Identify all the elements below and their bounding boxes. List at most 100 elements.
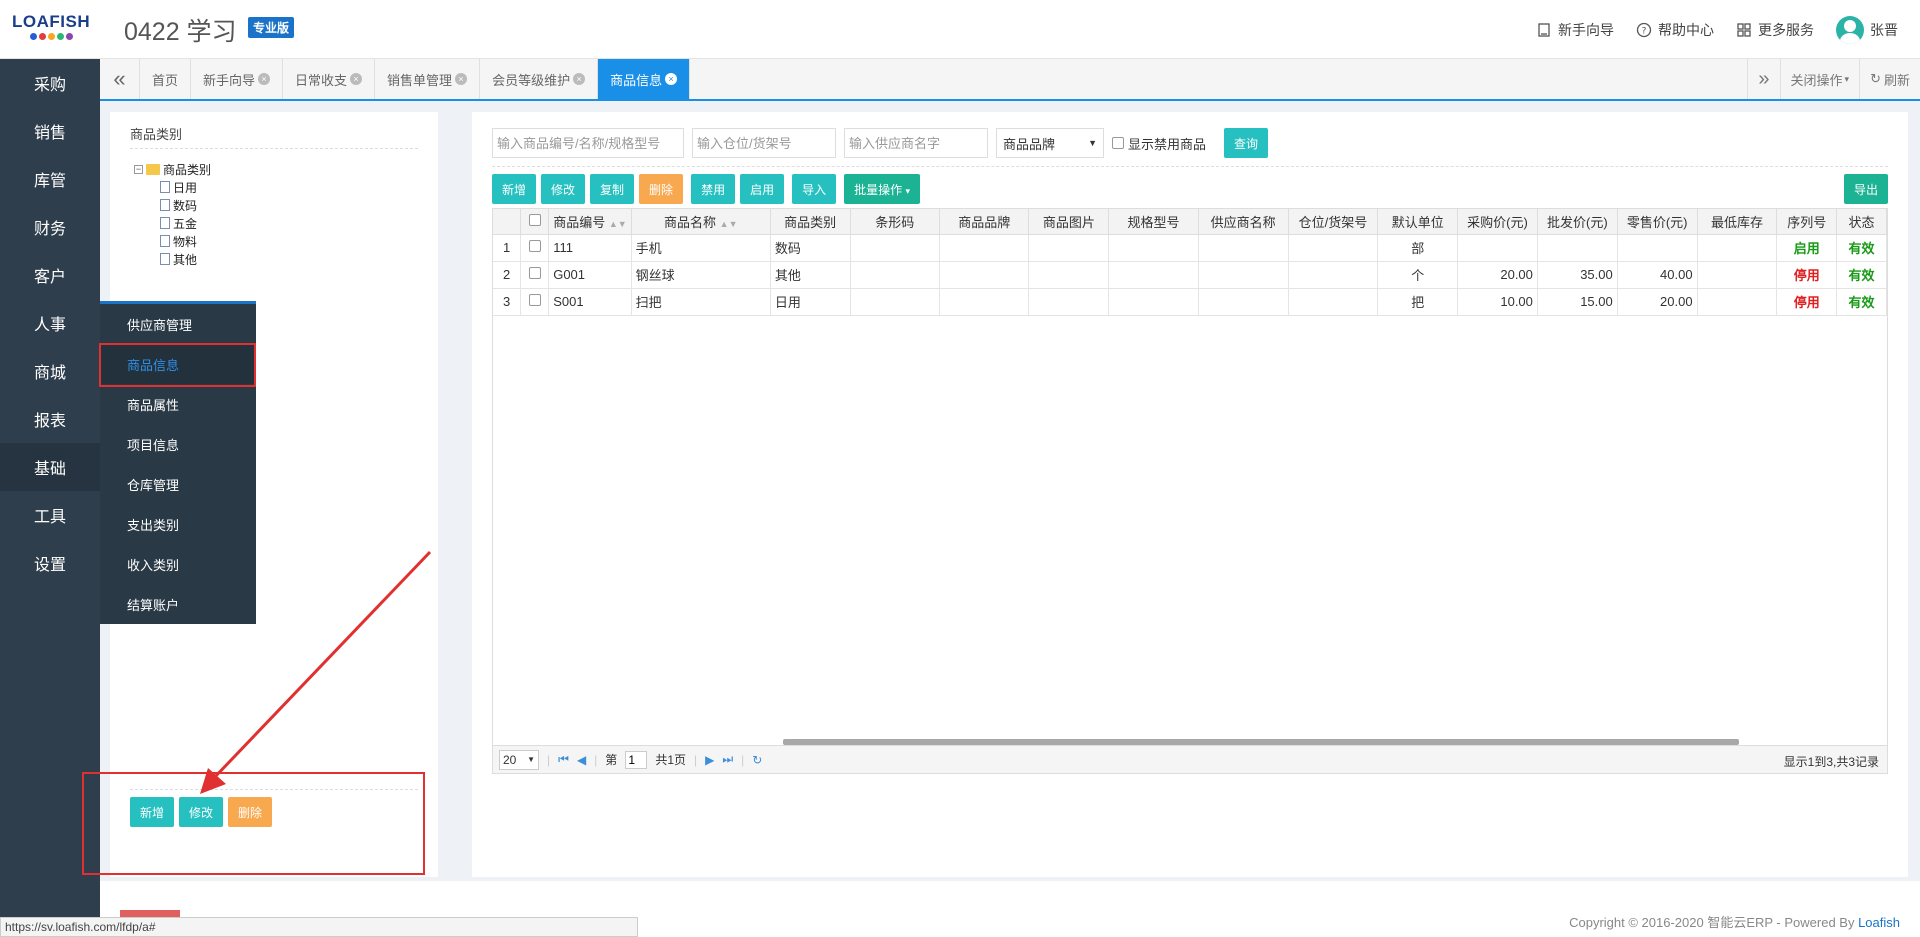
nav-item-settings[interactable]: 设置 bbox=[0, 539, 100, 587]
column-header[interactable]: 商品编号 ▲▼ bbox=[548, 209, 632, 235]
cell-unit: 个 bbox=[1377, 261, 1459, 289]
column-header[interactable]: 商品图片 bbox=[1028, 209, 1110, 235]
last-page-icon[interactable]: ⏭ bbox=[722, 752, 733, 767]
category-add-button[interactable]: 新增 bbox=[130, 797, 175, 827]
page-number-input[interactable] bbox=[625, 750, 648, 769]
tree-node[interactable]: 数码 bbox=[134, 196, 211, 214]
cell-status: 有效 bbox=[1836, 234, 1887, 262]
tab-product-info[interactable]: 商品信息 × bbox=[598, 59, 691, 99]
prev-page-icon[interactable]: ◀ bbox=[577, 753, 586, 767]
close-icon[interactable]: × bbox=[258, 73, 271, 85]
tab-scroll-right-button[interactable]: » bbox=[1747, 59, 1779, 99]
tree-node[interactable]: 物料 bbox=[134, 232, 211, 250]
nav-item-sales[interactable]: 销售 bbox=[0, 107, 100, 155]
column-header[interactable]: 仓位/货架号 bbox=[1288, 209, 1379, 235]
first-page-icon[interactable]: ⏮ bbox=[558, 752, 569, 767]
close-ops-dropdown[interactable]: 关闭操作 ▾ bbox=[1779, 59, 1860, 99]
category-delete-button[interactable]: 删除 bbox=[228, 797, 273, 827]
user-menu[interactable]: 张晋 bbox=[1836, 15, 1898, 44]
tab-home[interactable]: 首页 bbox=[140, 59, 192, 99]
row-checkbox[interactable] bbox=[528, 294, 541, 306]
show-disabled-checkbox[interactable] bbox=[1112, 137, 1124, 149]
tab-daily-income[interactable]: 日常收支 × bbox=[283, 59, 376, 99]
close-icon[interactable]: × bbox=[573, 73, 586, 85]
table-row[interactable]: 1 111 手机 数码部启用 有效 bbox=[493, 234, 1887, 262]
product-search-input[interactable] bbox=[492, 128, 684, 158]
cell-image bbox=[1028, 234, 1110, 262]
batch-ops-button[interactable]: 批量操作 ▾ bbox=[844, 174, 920, 204]
submenu-item-projects[interactable]: 项目信息 bbox=[100, 424, 256, 464]
nav-item-inventory[interactable]: 库管 bbox=[0, 155, 100, 203]
supplier-search-input[interactable] bbox=[844, 128, 988, 158]
import-button[interactable]: 导入 bbox=[792, 174, 837, 204]
column-header[interactable]: 批发价(元) bbox=[1537, 209, 1618, 235]
tree-root[interactable]: − 商品类别 bbox=[134, 160, 211, 178]
column-header[interactable]: 默认单位 bbox=[1377, 209, 1459, 235]
table-row[interactable]: 2 G001 钢丝球 其他 个 20.00 35.00 40.00 停用 有效 bbox=[493, 261, 1887, 289]
query-button[interactable]: 查询 bbox=[1224, 128, 1269, 158]
close-icon[interactable]: × bbox=[350, 73, 363, 85]
collapse-icon[interactable]: − bbox=[134, 164, 143, 174]
export-button[interactable]: 导出 bbox=[1843, 174, 1888, 204]
submenu-item-suppliers[interactable]: 供应商管理 bbox=[100, 304, 256, 344]
column-header[interactable]: 条形码 bbox=[850, 209, 940, 235]
column-header[interactable]: 规格型号 bbox=[1108, 209, 1199, 235]
more-services-link[interactable]: 更多服务 bbox=[1736, 20, 1814, 40]
row-checkbox[interactable] bbox=[528, 240, 541, 252]
show-disabled-toggle[interactable]: 显示禁用商品 bbox=[1112, 134, 1206, 153]
tab-member-levels[interactable]: 会员等级维护 × bbox=[480, 59, 599, 99]
column-header[interactable]: 供应商名称 bbox=[1198, 209, 1289, 235]
column-header[interactable]: 商品名称 ▲▼ bbox=[631, 209, 771, 235]
tree-node[interactable]: 其他 bbox=[134, 250, 211, 268]
row-checkbox[interactable] bbox=[528, 267, 541, 279]
delete-button[interactable]: 删除 bbox=[639, 174, 684, 204]
close-icon[interactable]: × bbox=[665, 73, 678, 85]
add-button[interactable]: 新增 bbox=[492, 174, 537, 204]
nav-item-purchase[interactable]: 采购 bbox=[0, 59, 100, 107]
refresh-button[interactable]: ↻ 刷新 bbox=[1859, 59, 1920, 99]
submenu-item-product-attributes[interactable]: 商品属性 bbox=[100, 384, 256, 424]
select-all-checkbox[interactable] bbox=[528, 213, 541, 226]
submenu-item-product-info[interactable]: 商品信息 bbox=[100, 344, 256, 384]
column-header[interactable]: 采购价(元) bbox=[1457, 209, 1538, 235]
column-header[interactable]: 商品类别 bbox=[770, 209, 851, 235]
help-link[interactable]: ? 帮助中心 bbox=[1636, 20, 1714, 40]
column-header[interactable]: 最低库存 bbox=[1697, 209, 1778, 235]
submenu-item-settlement-accounts[interactable]: 结算账户 bbox=[100, 584, 256, 624]
nav-item-hr[interactable]: 人事 bbox=[0, 299, 100, 347]
table-row[interactable]: 3 S001 扫把 日用 把 10.00 15.00 20.00 停用 有效 bbox=[493, 288, 1887, 316]
next-page-icon[interactable]: ▶ bbox=[705, 753, 714, 767]
nav-item-mall[interactable]: 商城 bbox=[0, 347, 100, 395]
nav-item-reports[interactable]: 报表 bbox=[0, 395, 100, 443]
column-header[interactable]: 零售价(元) bbox=[1617, 209, 1698, 235]
column-header[interactable]: 商品品牌 bbox=[939, 209, 1030, 235]
category-edit-button[interactable]: 修改 bbox=[179, 797, 224, 827]
submenu-item-expense-types[interactable]: 支出类别 bbox=[100, 504, 256, 544]
submenu-item-income-types[interactable]: 收入类别 bbox=[100, 544, 256, 584]
brand-select[interactable]: 商品品牌 ▼ bbox=[996, 128, 1104, 158]
tab-scroll-left-button[interactable]: « bbox=[100, 59, 140, 99]
edit-button[interactable]: 修改 bbox=[541, 174, 586, 204]
copy-button[interactable]: 复制 bbox=[590, 174, 635, 204]
tab-sales-orders[interactable]: 销售单管理 × bbox=[375, 59, 481, 99]
nav-item-tools[interactable]: 工具 bbox=[0, 491, 100, 539]
page-size-select[interactable]: 20 ▼ bbox=[499, 749, 539, 770]
nav-item-finance[interactable]: 财务 bbox=[0, 203, 100, 251]
reload-icon[interactable]: ↻ bbox=[752, 753, 762, 767]
guide-link[interactable]: 新手向导 bbox=[1536, 20, 1614, 40]
enable-button[interactable]: 启用 bbox=[740, 174, 785, 204]
loafish-logo[interactable]: LOAFISH bbox=[12, 12, 90, 50]
tree-node[interactable]: 五金 bbox=[134, 214, 211, 232]
column-header[interactable]: 序列号 bbox=[1776, 209, 1838, 235]
brand-link[interactable]: Loafish bbox=[1858, 915, 1900, 930]
submenu-item-warehouses[interactable]: 仓库管理 bbox=[100, 464, 256, 504]
column-header[interactable]: 状态 bbox=[1836, 209, 1887, 235]
close-icon[interactable]: × bbox=[455, 73, 468, 85]
nav-item-customer[interactable]: 客户 bbox=[0, 251, 100, 299]
cell-brand bbox=[939, 261, 1030, 289]
tab-guide[interactable]: 新手向导 × bbox=[191, 59, 284, 99]
location-search-input[interactable] bbox=[692, 128, 836, 158]
disable-button[interactable]: 禁用 bbox=[691, 174, 736, 204]
tree-node[interactable]: 日用 bbox=[134, 178, 211, 196]
nav-item-basic[interactable]: 基础 bbox=[0, 443, 100, 491]
